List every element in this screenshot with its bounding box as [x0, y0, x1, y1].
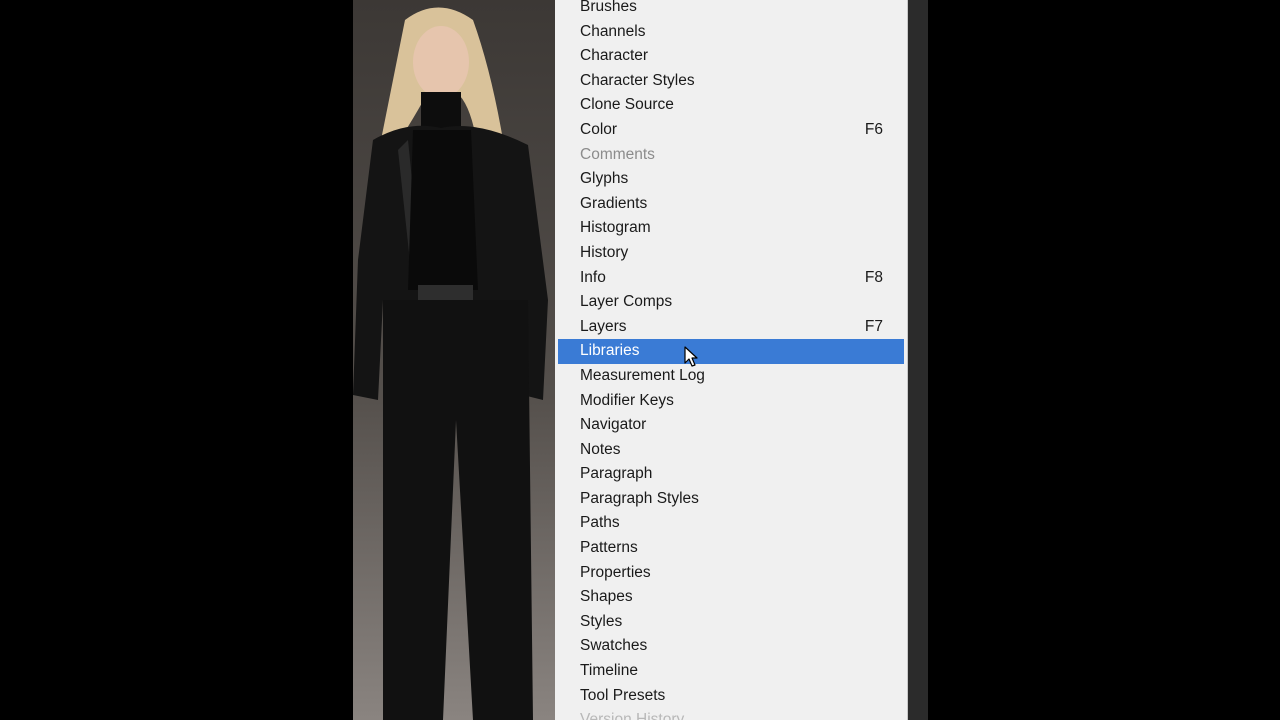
panel-dock-edge [907, 0, 928, 720]
menu-item-label: Swatches [580, 637, 648, 655]
menu-item-label: History [580, 243, 629, 261]
menu-item-swatches[interactable]: Swatches [555, 634, 907, 659]
arrow-pointer-icon [684, 346, 698, 367]
menu-list: Brushes Channels Character Character Styles… [555, 0, 907, 720]
menu-item-label: Navigator [580, 416, 647, 434]
menu-item-label: Paths [580, 514, 620, 532]
menu-item-label: Layers [580, 317, 627, 335]
menu-item-gradients[interactable]: Gradients [555, 192, 907, 217]
menu-item-channels[interactable]: Channels [555, 20, 907, 45]
menu-item-info[interactable]: Info F8 [555, 266, 907, 291]
menu-item-layers[interactable]: Layers F7 [555, 315, 907, 340]
menu-item-label: Patterns [580, 539, 638, 557]
menu-item-tool-presets[interactable]: Tool Presets [555, 684, 907, 709]
menu-item-label: Info [580, 268, 606, 286]
menu-item-label: Styles [580, 612, 623, 630]
menu-item-label: Notes [580, 440, 621, 458]
menu-item-label: Clone Source [580, 96, 674, 114]
menu-item-layer-comps[interactable]: Layer Comps [555, 290, 907, 315]
menu-item-shortcut: F6 [864, 120, 883, 138]
menu-item-label: Brushes [580, 0, 637, 15]
menu-item-character-styles[interactable]: Character Styles [555, 69, 907, 94]
menu-item-measurement-log[interactable]: Measurement Log [555, 364, 907, 389]
menu-item-label: Version History [580, 711, 685, 720]
menu-item-label: Channels [580, 22, 646, 40]
menu-item-label: Character [580, 47, 649, 65]
menu-item-shortcut: F7 [864, 317, 883, 335]
menu-item-label: Properties [580, 563, 651, 581]
menu-item-label: Libraries [580, 342, 640, 360]
menu-item-label: Layer Comps [580, 293, 673, 311]
menu-item-histogram[interactable]: Histogram [555, 216, 907, 241]
menu-item-notes[interactable]: Notes [555, 438, 907, 463]
menu-item-paths[interactable]: Paths [555, 511, 907, 536]
menu-item-label: Gradients [580, 194, 648, 212]
photo-woman-in-suit [353, 0, 555, 720]
menu-item-libraries[interactable]: Libraries [558, 339, 904, 364]
menu-item-navigator[interactable]: Navigator [555, 413, 907, 438]
menu-item-color[interactable]: Color F6 [555, 118, 907, 143]
menu-item-comments: Comments [555, 143, 907, 168]
menu-item-version-history[interactable]: Version History [555, 708, 907, 720]
menu-item-history[interactable]: History [555, 241, 907, 266]
menu-item-label: Modifier Keys [580, 391, 674, 409]
menu-item-clone-source[interactable]: Clone Source [555, 93, 907, 118]
menu-item-paragraph[interactable]: Paragraph [555, 462, 907, 487]
menu-item-modifier-keys[interactable]: Modifier Keys [555, 389, 907, 414]
menu-item-label: Character Styles [580, 71, 695, 89]
menu-item-label: Timeline [580, 662, 638, 680]
menu-item-shortcut: F8 [864, 268, 883, 286]
menu-item-brushes[interactable]: Brushes [555, 0, 907, 20]
portrait-illustration [353, 7, 548, 720]
menu-item-shapes[interactable]: Shapes [555, 585, 907, 610]
menu-item-timeline[interactable]: Timeline [555, 659, 907, 684]
menu-item-patterns[interactable]: Patterns [555, 536, 907, 561]
menu-item-styles[interactable]: Styles [555, 610, 907, 635]
window-menu-dropdown: Brushes Channels Character Character Styles… [555, 0, 907, 720]
menu-item-label: Histogram [580, 219, 651, 237]
menu-item-paragraph-styles[interactable]: Paragraph Styles [555, 487, 907, 512]
menu-item-character[interactable]: Character [555, 44, 907, 69]
menu-item-label: Tool Presets [580, 686, 666, 704]
menu-item-label: Comments [580, 145, 655, 163]
menu-item-label: Glyphs [580, 170, 629, 188]
menu-item-properties[interactable]: Properties [555, 561, 907, 586]
menu-item-label: Paragraph Styles [580, 489, 699, 507]
menu-item-glyphs[interactable]: Glyphs [555, 167, 907, 192]
menu-item-label: Shapes [580, 588, 633, 606]
menu-item-label: Paragraph [580, 465, 653, 483]
menu-item-label: Color [580, 120, 618, 138]
